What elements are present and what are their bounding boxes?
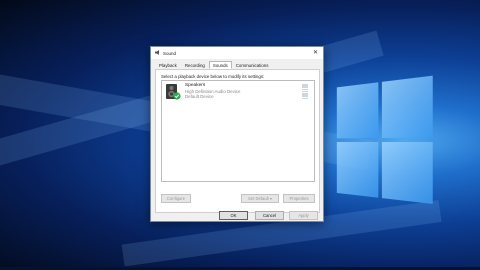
close-button[interactable]: ✕ — [311, 48, 320, 58]
properties-button[interactable]: Properties — [283, 194, 315, 203]
tab-strip: Playback Recording Sounds Communications — [155, 61, 272, 69]
speaker-icon — [166, 84, 181, 100]
windows-logo — [336, 75, 435, 208]
apply-button[interactable]: Apply — [289, 211, 318, 220]
check-icon — [173, 92, 181, 100]
cancel-button[interactable]: Cancel — [255, 211, 284, 220]
ok-button[interactable]: OK — [219, 211, 248, 220]
sound-dialog: Sound ✕ Playback Recording Sounds Commun… — [150, 46, 324, 222]
list-item[interactable]: Speakers High Definition Audio Device De… — [164, 83, 312, 103]
speaker-icon — [155, 50, 159, 55]
tab-recording[interactable]: Recording — [181, 61, 209, 69]
window-title: Sound — [163, 50, 177, 56]
device-status: Default Device — [185, 93, 214, 99]
title-bar: Sound ✕ — [151, 47, 323, 59]
tab-sounds[interactable]: Sounds — [208, 61, 232, 69]
tab-communications[interactable]: Communications — [232, 61, 273, 69]
set-default-label: Set Default — [248, 196, 269, 201]
configure-button[interactable]: Configure — [161, 194, 191, 203]
device-list[interactable]: Speakers High Definition Audio Device De… — [161, 80, 315, 182]
level-meter — [302, 84, 308, 101]
chevron-down-icon: ▾ — [269, 196, 272, 201]
instruction-text: Select a playback device below to modify… — [161, 74, 265, 79]
device-name: Speakers — [185, 83, 206, 88]
tab-playback[interactable]: Playback — [155, 61, 181, 69]
tab-panel: Select a playback device below to modify… — [155, 69, 320, 213]
set-default-button[interactable]: Set Default ▾ — [241, 194, 279, 203]
